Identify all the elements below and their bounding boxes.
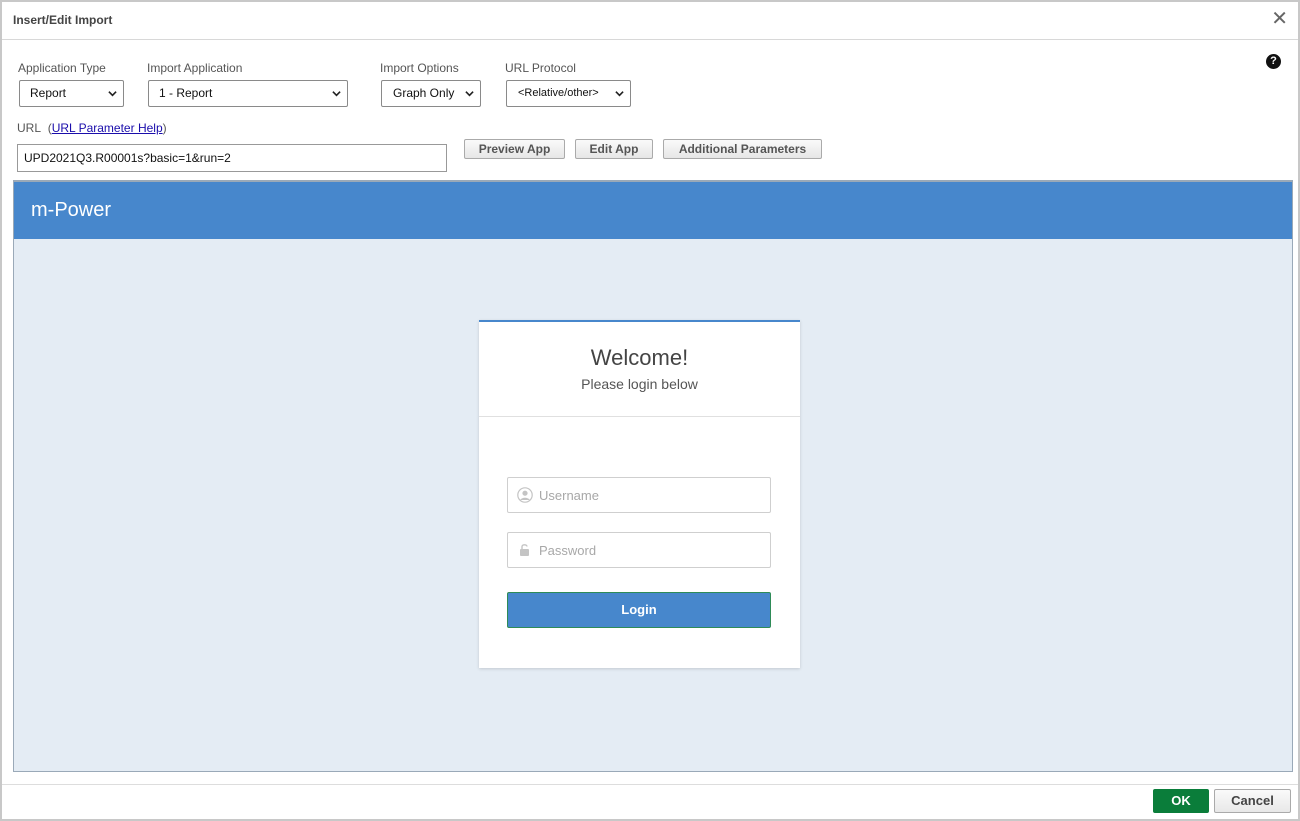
url-input[interactable]: UPD2021Q3.R00001s?basic=1&run=2 bbox=[17, 144, 447, 172]
username-placeholder: Username bbox=[539, 488, 599, 503]
login-subtitle: Please login below bbox=[581, 376, 698, 392]
app-title: m-Power bbox=[31, 199, 112, 221]
card-divider bbox=[479, 416, 800, 417]
cancel-button[interactable]: Cancel bbox=[1214, 789, 1291, 813]
app-header-bar: m-Power bbox=[14, 182, 1292, 239]
chevron-down-icon bbox=[615, 91, 624, 97]
import-application-value: 1 - Report bbox=[159, 86, 213, 100]
import-options-value: Graph Only bbox=[393, 86, 455, 100]
app-preview-frame: m-Power Welcome! Please login below User… bbox=[13, 180, 1293, 772]
url-protocol-label: URL Protocol bbox=[505, 61, 576, 75]
chevron-down-icon bbox=[108, 91, 117, 97]
url-protocol-value: <Relative/other> bbox=[518, 87, 599, 99]
login-button[interactable]: Login bbox=[507, 592, 771, 628]
url-parameter-help-link[interactable]: URL Parameter Help bbox=[52, 121, 163, 135]
dialog-titlebar: Insert/Edit Import ✕ bbox=[2, 2, 1298, 40]
insert-edit-import-dialog: Insert/Edit Import ✕ ? Application Type … bbox=[0, 0, 1300, 821]
import-application-label: Import Application bbox=[147, 61, 243, 75]
additional-parameters-button[interactable]: Additional Parameters bbox=[663, 139, 822, 159]
login-card: Welcome! Please login below Username Pas… bbox=[479, 320, 800, 668]
edit-app-button[interactable]: Edit App bbox=[575, 139, 653, 159]
unlock-icon bbox=[520, 544, 529, 556]
preview-app-button[interactable]: Preview App bbox=[464, 139, 565, 159]
help-icon[interactable]: ? bbox=[1266, 54, 1281, 69]
password-field[interactable]: Password bbox=[507, 532, 771, 568]
close-icon[interactable]: ✕ bbox=[1271, 8, 1288, 30]
chevron-down-icon bbox=[465, 91, 474, 97]
ok-button[interactable]: OK bbox=[1153, 789, 1209, 813]
application-type-label: Application Type bbox=[18, 61, 106, 75]
user-icon bbox=[517, 487, 533, 503]
password-placeholder: Password bbox=[539, 543, 597, 558]
welcome-heading: Welcome! bbox=[590, 345, 689, 370]
chevron-down-icon bbox=[332, 91, 341, 97]
import-options-label: Import Options bbox=[380, 61, 459, 75]
url-label: URL bbox=[17, 121, 42, 135]
import-options-select[interactable]: Graph Only bbox=[381, 80, 481, 107]
application-type-value: Report bbox=[30, 86, 67, 100]
username-field[interactable]: Username bbox=[507, 477, 771, 513]
url-label-group: URL (URL Parameter Help) bbox=[17, 121, 167, 135]
application-type-select[interactable]: Report bbox=[19, 80, 124, 107]
import-application-select[interactable]: 1 - Report bbox=[148, 80, 348, 107]
url-close-paren: ) bbox=[162, 121, 167, 135]
dialog-title: Insert/Edit Import bbox=[13, 13, 113, 27]
dialog-footer: OK Cancel bbox=[2, 784, 1298, 819]
url-protocol-select[interactable]: <Relative/other> bbox=[506, 80, 631, 107]
